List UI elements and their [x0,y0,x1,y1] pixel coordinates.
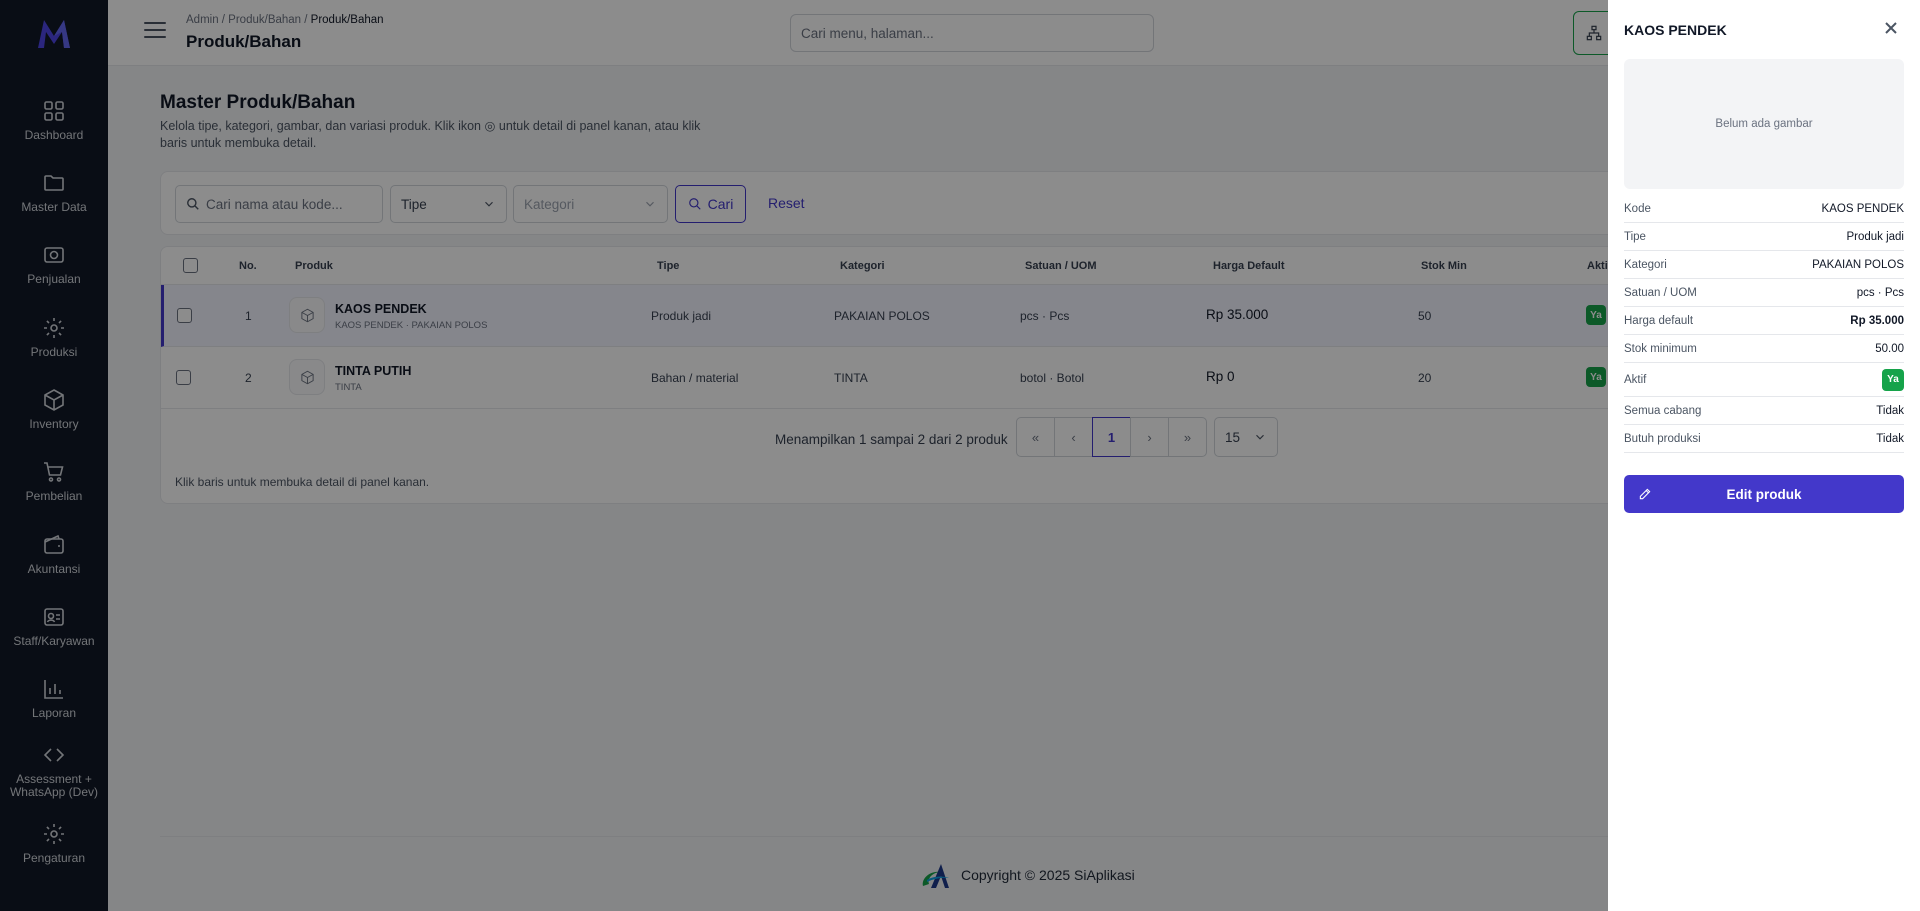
detail-value: pcs · Pcs [1856,286,1904,299]
detail-value: Tidak [1876,404,1904,417]
detail-row-kode: Kode KAOS PENDEK [1624,195,1904,223]
detail-row-kategori: Kategori PAKAIAN POLOS [1624,251,1904,279]
detail-value: Produk jadi [1846,230,1904,243]
detail-key: Kategori [1624,258,1667,271]
product-image-placeholder: Belum ada gambar [1624,59,1904,189]
detail-row-butuh-produksi: Butuh produksi Tidak [1624,425,1904,453]
detail-key: Aktif [1624,373,1647,386]
close-icon [1885,22,1897,34]
panel-title: KAOS PENDEK [1624,22,1727,38]
detail-value: KAOS PENDEK [1821,202,1904,215]
detail-row-aktif: Aktif Ya [1624,363,1904,397]
detail-value: Tidak [1876,432,1904,445]
detail-row-stok: Stok minimum 50.00 [1624,335,1904,363]
detail-row-harga: Harga default Rp 35.000 [1624,307,1904,335]
close-panel-button[interactable] [1884,21,1898,35]
detail-list: Kode KAOS PENDEK Tipe Produk jadi Kategori… [1624,195,1904,453]
edit-product-label: Edit produk [1726,486,1802,502]
status-badge: Ya [1882,368,1904,391]
detail-row-semua-cabang: Semua cabang Tidak [1624,397,1904,425]
detail-key: Semua cabang [1624,404,1702,417]
detail-value: PAKAIAN POLOS [1812,258,1904,271]
product-detail-panel: KAOS PENDEK Belum ada gambar Kode KAOS PE… [1608,0,1920,911]
detail-value: 50.00 [1875,342,1904,355]
detail-value: Rp 35.000 [1850,314,1904,327]
detail-key: Tipe [1624,230,1646,243]
pencil-icon [1639,488,1651,500]
detail-row-tipe: Tipe Produk jadi [1624,223,1904,251]
detail-row-uom: Satuan / UOM pcs · Pcs [1624,279,1904,307]
detail-key: Butuh produksi [1624,432,1701,445]
detail-key: Kode [1624,202,1651,215]
detail-key: Satuan / UOM [1624,286,1697,299]
detail-key: Harga default [1624,314,1694,327]
edit-product-button[interactable]: Edit produk [1624,475,1904,513]
detail-key: Stok minimum [1624,342,1697,355]
